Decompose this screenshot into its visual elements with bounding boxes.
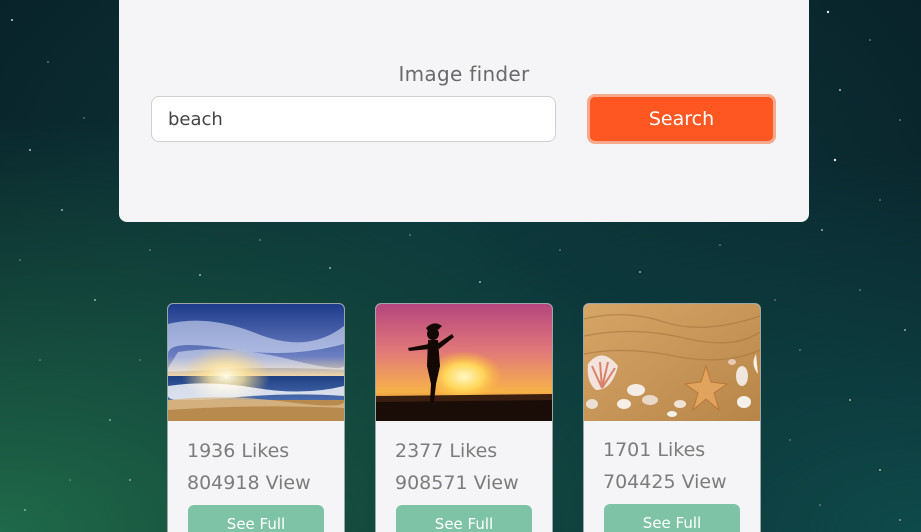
image-finder-panel: Image finder Search [119, 0, 809, 222]
views-count: 704425 View [603, 471, 727, 493]
search-button[interactable]: Search [587, 94, 776, 144]
image-finder-title: Image finder [398, 62, 530, 86]
search-input[interactable] [151, 96, 556, 142]
seashells-sand-image[interactable] [584, 304, 760, 421]
result-card: 1936 Likes 804918 View See Full [167, 303, 345, 532]
silhouette-sunset-image[interactable] [376, 304, 552, 421]
views-count: 804918 View [187, 472, 311, 494]
see-full-button[interactable]: See Full [604, 504, 740, 532]
result-card: 1701 Likes 704425 View See Full [583, 303, 761, 532]
beach-sunset-image[interactable] [168, 304, 344, 421]
result-card: 2377 Likes 908571 View See Full [375, 303, 553, 532]
likes-count: 1936 Likes [187, 440, 290, 462]
see-full-button[interactable]: See Full [188, 505, 324, 532]
views-count: 908571 View [395, 472, 519, 494]
likes-count: 2377 Likes [395, 440, 498, 462]
see-full-button[interactable]: See Full [396, 505, 532, 532]
likes-count: 1701 Likes [603, 439, 706, 461]
